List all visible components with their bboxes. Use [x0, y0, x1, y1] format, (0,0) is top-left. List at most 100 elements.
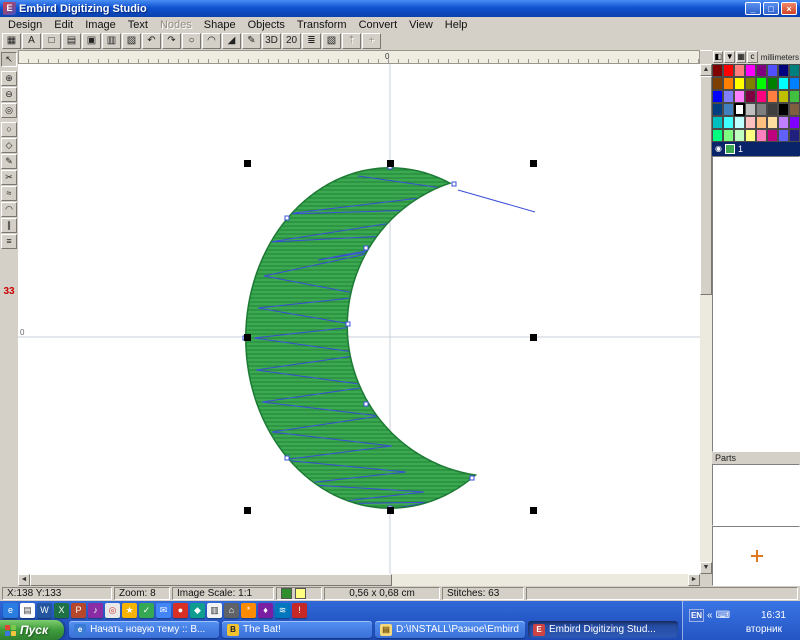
palette-grid-icon[interactable]: ▦: [736, 51, 746, 63]
palette-color[interactable]: [723, 103, 734, 116]
import-icon[interactable]: ▥: [102, 33, 121, 49]
palette-color[interactable]: [789, 116, 800, 129]
edit-nodes-icon[interactable]: ✎: [242, 33, 261, 49]
palette-color[interactable]: [789, 103, 800, 116]
fill-tool[interactable]: ≡: [1, 234, 17, 249]
menu-item[interactable]: Text: [122, 18, 154, 32]
visibility-icon[interactable]: ◉: [715, 142, 722, 156]
menu-item[interactable]: Objects: [242, 18, 291, 32]
handle-mid-left[interactable]: [244, 334, 251, 341]
vertical-scrollbar[interactable]: ▲ ▼: [700, 64, 712, 574]
palette-color[interactable]: [745, 116, 756, 129]
start-button[interactable]: Пуск: [0, 620, 64, 640]
quicklaunch-icon[interactable]: ◎: [105, 603, 120, 618]
menu-item[interactable]: Transform: [291, 18, 353, 32]
parts-panel[interactable]: [712, 464, 800, 526]
clock-time[interactable]: 16:31: [761, 610, 796, 621]
palette-color[interactable]: [723, 64, 734, 77]
quicklaunch-icon[interactable]: ⌂: [224, 603, 239, 618]
palette-color[interactable]: [734, 116, 745, 129]
palette-color[interactable]: [778, 90, 789, 103]
save-icon[interactable]: ▣: [82, 33, 101, 49]
scroll-down-icon[interactable]: ▼: [700, 562, 712, 574]
view-3d-icon[interactable]: 3D: [262, 33, 281, 49]
palette-color[interactable]: [778, 116, 789, 129]
palette-color[interactable]: [745, 103, 756, 116]
palette-color[interactable]: [767, 116, 778, 129]
handle-top-left[interactable]: [244, 160, 251, 167]
undo-icon[interactable]: ↶: [142, 33, 161, 49]
handle-top-right[interactable]: [530, 160, 537, 167]
collapse-tray-icon[interactable]: «: [707, 610, 713, 621]
zoom-out-tool[interactable]: ⊖: [1, 87, 17, 102]
palette-color[interactable]: [712, 90, 723, 103]
palette-color[interactable]: [712, 116, 723, 129]
palette-color[interactable]: [778, 103, 789, 116]
palette-color[interactable]: [756, 64, 767, 77]
background-color-swatch[interactable]: [295, 588, 306, 599]
quicklaunch-icon[interactable]: ▤: [20, 603, 35, 618]
grid-size-icon[interactable]: 20: [282, 33, 301, 49]
open-icon[interactable]: ▤: [62, 33, 81, 49]
polygon-tool[interactable]: ◇: [1, 138, 17, 153]
quicklaunch-icon[interactable]: e: [3, 603, 18, 618]
palette-color[interactable]: [723, 129, 734, 142]
palette-color[interactable]: [789, 90, 800, 103]
crescent-design[interactable]: [228, 154, 648, 524]
lettering-icon[interactable]: A: [22, 33, 41, 49]
freehand-tool[interactable]: ✎: [1, 154, 17, 169]
quicklaunch-icon[interactable]: *: [241, 603, 256, 618]
palette-color[interactable]: [734, 64, 745, 77]
palette-color[interactable]: [789, 77, 800, 90]
shape-tool-icon[interactable]: ◢: [222, 33, 241, 49]
menu-item[interactable]: View: [403, 18, 439, 32]
taskbar-task-button[interactable]: ▤ D:\INSTALL\Разное\Embird: [375, 621, 525, 638]
palette-color[interactable]: [756, 103, 767, 116]
quicklaunch-icon[interactable]: ✉: [156, 603, 171, 618]
column-tool[interactable]: ∥: [1, 218, 17, 233]
quicklaunch-icon[interactable]: ★: [122, 603, 137, 618]
split-tool[interactable]: ✂: [1, 170, 17, 185]
quicklaunch-icon[interactable]: ◆: [190, 603, 205, 618]
palette-mode-icon[interactable]: ◧: [713, 51, 723, 63]
quicklaunch-icon[interactable]: P: [71, 603, 86, 618]
palette-color[interactable]: [767, 64, 778, 77]
keyboard-icon[interactable]: ⌨: [716, 610, 730, 621]
taskbar-task-button[interactable]: B The Bat!: [222, 621, 372, 638]
curve-tool[interactable]: ≈: [1, 186, 17, 201]
palette-color[interactable]: [734, 77, 745, 90]
vertical-scroll-thumb[interactable]: [700, 76, 712, 295]
palette-color[interactable]: [778, 64, 789, 77]
scroll-up-icon[interactable]: ▲: [700, 64, 712, 76]
design-canvas[interactable]: 0: [18, 64, 700, 574]
quicklaunch-icon[interactable]: X: [54, 603, 69, 618]
palette-color[interactable]: [723, 90, 734, 103]
taskbar-task-button[interactable]: e Начать новую тему :: В...: [69, 621, 219, 638]
quicklaunch-icon[interactable]: ✓: [139, 603, 154, 618]
insert-icon[interactable]: +: [362, 33, 381, 49]
menu-item[interactable]: Nodes: [154, 18, 198, 32]
handle-mid-right[interactable]: [530, 334, 537, 341]
color-mode-icon[interactable]: c: [747, 51, 757, 63]
palette-color[interactable]: [789, 129, 800, 142]
quicklaunch-icon[interactable]: W: [37, 603, 52, 618]
ellipse-tool-icon[interactable]: ○: [182, 33, 201, 49]
menu-item[interactable]: Help: [439, 18, 474, 32]
handle-bottom-left[interactable]: [244, 507, 251, 514]
zoom-area-tool[interactable]: ◎: [1, 103, 17, 118]
menu-item[interactable]: Design: [2, 18, 48, 32]
design-manager-icon[interactable]: ▦: [2, 33, 21, 49]
arc-tool-icon[interactable]: ◠: [202, 33, 221, 49]
palette-color[interactable]: [767, 129, 778, 142]
palette-color[interactable]: [756, 90, 767, 103]
maximize-button[interactable]: □: [763, 2, 779, 15]
thread-color-swatch[interactable]: [281, 588, 292, 599]
palette-color[interactable]: [712, 64, 723, 77]
quicklaunch-icon[interactable]: ●: [173, 603, 188, 618]
scroll-left-icon[interactable]: ◄: [18, 574, 30, 586]
circle-tool[interactable]: ○: [1, 122, 17, 137]
palette-color[interactable]: [734, 90, 745, 103]
print-icon[interactable]: ▨: [122, 33, 141, 49]
language-indicator[interactable]: EN: [689, 609, 704, 622]
taskbar-task-button[interactable]: E Embird Digitizing Stud...: [528, 621, 678, 638]
